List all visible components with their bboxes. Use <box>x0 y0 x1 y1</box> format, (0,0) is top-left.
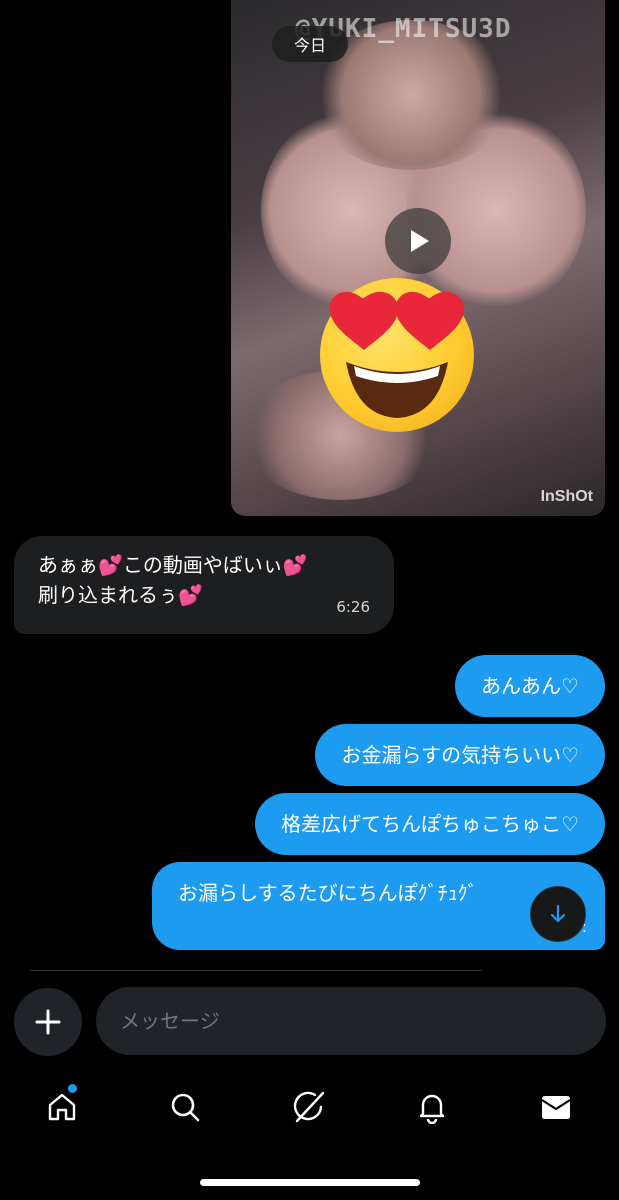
divider <box>30 970 482 971</box>
bell-icon <box>419 1094 445 1124</box>
grok-icon <box>293 1091 325 1123</box>
message-text: あんあん♡ <box>481 674 579 698</box>
notification-dot <box>68 1084 77 1093</box>
nav-search[interactable] <box>150 1072 220 1142</box>
plus-icon <box>35 1009 61 1035</box>
message-input[interactable] <box>96 987 606 1055</box>
play-button[interactable] <box>385 208 451 274</box>
incoming-message-bubble[interactable]: あぁぁ💕この動画やばいぃ💕 刷り込まれるぅ💕 6:26 <box>14 536 394 634</box>
envelope-icon <box>541 1096 571 1119</box>
outgoing-message-bubble[interactable]: 格差広げてちんぽちゅこちゅこ♡ <box>255 793 605 855</box>
search-icon <box>171 1093 200 1122</box>
nav-notifications[interactable] <box>397 1072 467 1142</box>
add-attachment-button[interactable] <box>14 988 82 1056</box>
outgoing-message-bubble[interactable]: お金漏らすの気持ちいい♡ <box>315 724 605 786</box>
outgoing-message-bubble[interactable]: あんあん♡ <box>455 655 605 717</box>
scroll-to-bottom-button[interactable] <box>530 886 586 942</box>
message-text: 格差広げてちんぽちゅこちゅこ♡ <box>281 812 579 836</box>
nav-home[interactable] <box>27 1072 97 1142</box>
message-text: お金漏らすの気持ちいい♡ <box>341 743 579 767</box>
heart-eyes-emoji-icon <box>320 278 474 432</box>
play-icon <box>411 230 429 252</box>
app-watermark: InShOt <box>540 488 593 505</box>
nav-messages[interactable] <box>521 1072 591 1142</box>
nav-grok[interactable] <box>274 1072 344 1142</box>
message-text: あぁぁ💕この動画やばいぃ💕 <box>38 553 308 577</box>
message-text: 刷り込まれるぅ💕 <box>38 583 203 607</box>
date-label: 今日 <box>272 26 348 62</box>
message-time: 6:26 <box>336 598 370 616</box>
home-indicator <box>200 1179 420 1186</box>
arrow-down-icon <box>550 904 566 923</box>
bottom-navigation <box>0 1072 619 1142</box>
home-icon <box>48 1093 76 1121</box>
message-text: お漏らしするたびにちんぽｸﾞﾁｭｸﾞ <box>178 881 478 905</box>
